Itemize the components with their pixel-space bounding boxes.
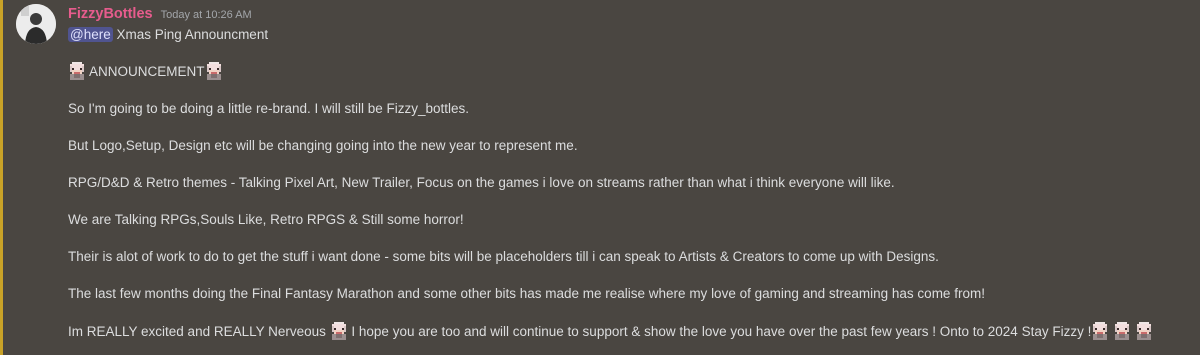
mention-text: Xmas Ping Announcment <box>112 27 269 42</box>
mention-line: @here Xmas Ping Announcment <box>68 26 1190 44</box>
paragraph-5: Their is alot of work to do to get the s… <box>68 249 939 264</box>
here-mention[interactable]: @here <box>68 27 113 42</box>
paragraph-7: Im REALLY excited and REALLY Nerveous I … <box>68 322 1190 341</box>
last-line-start: Im REALLY excited and REALLY Nerveous <box>68 324 330 339</box>
paragraph-3: RPG/D&D & Retro themes - Talking Pixel A… <box>68 175 895 190</box>
timestamp[interactable]: Today at 10:26 AM <box>161 9 252 21</box>
pixel-character-emoji-icon[interactable] <box>330 322 348 340</box>
announcement-title: ANNOUNCEMENT <box>89 64 205 79</box>
avatar[interactable] <box>16 4 56 44</box>
message-header: FizzyBottles Today at 10:26 AM <box>68 6 1190 24</box>
announcement-line: ANNOUNCEMENT <box>68 62 1190 81</box>
pixel-character-emoji-icon[interactable] <box>1135 322 1153 340</box>
message: FizzyBottles Today at 10:26 AM @here Xma… <box>68 6 1190 341</box>
pixel-character-emoji-icon[interactable] <box>68 62 86 80</box>
paragraph-6: The last few months doing the Final Fant… <box>68 286 985 301</box>
last-line-end: I hope you are too and will continue to … <box>347 324 1092 339</box>
pixel-character-emoji-icon[interactable] <box>1091 322 1109 340</box>
pixel-character-emoji-icon[interactable] <box>1113 322 1131 340</box>
pixel-character-emoji-icon[interactable] <box>205 62 223 80</box>
paragraph-4: We are Talking RPGs,Souls Like, Retro RP… <box>68 212 464 227</box>
message-highlight-bar <box>0 0 3 355</box>
username[interactable]: FizzyBottles <box>68 6 153 22</box>
paragraph-2: But Logo,Setup, Design etc will be chang… <box>68 138 578 153</box>
paragraph-1: So I'm going to be doing a little re-bra… <box>68 101 470 116</box>
